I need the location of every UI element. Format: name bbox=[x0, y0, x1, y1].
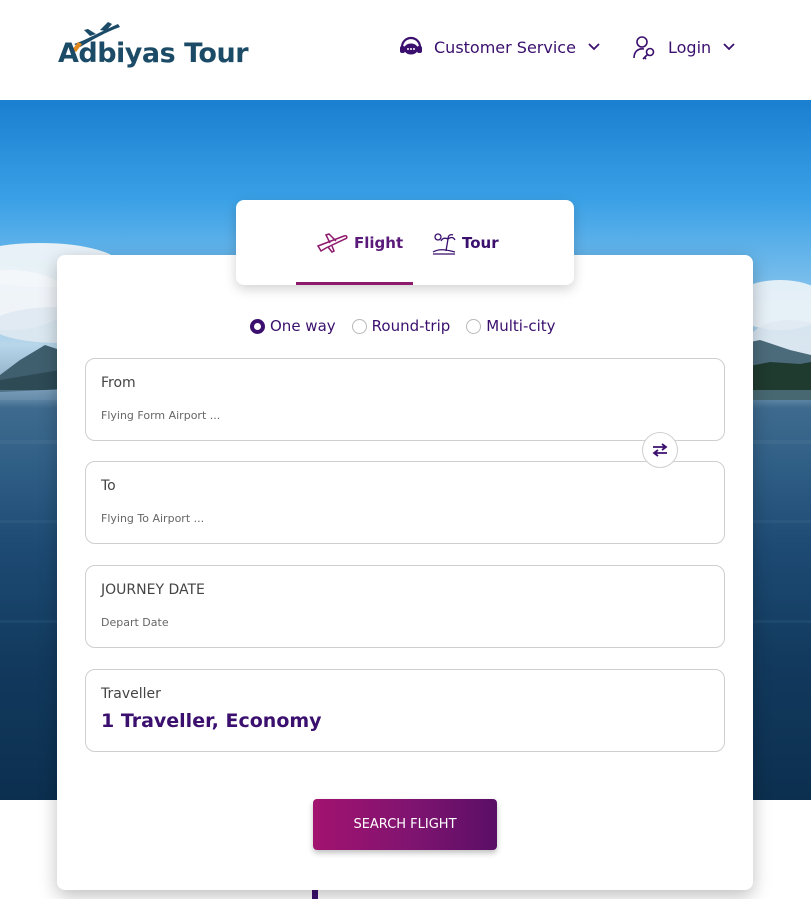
radio-multi-city-indicator[interactable] bbox=[466, 318, 482, 334]
to-airport-field[interactable]: To Flying To Airport ... bbox=[85, 461, 725, 544]
from-placeholder: Flying Form Airport ... bbox=[101, 409, 221, 422]
depart-date-placeholder: Depart Date bbox=[101, 616, 169, 629]
radio-multi-city-label: Multi-city bbox=[486, 317, 556, 335]
radio-round-trip-indicator[interactable] bbox=[351, 318, 367, 334]
radio-one-way-label: One way bbox=[270, 317, 336, 335]
plane-icon bbox=[316, 233, 348, 253]
customer-service-label: Customer Service bbox=[434, 37, 576, 57]
chevron-down-icon bbox=[723, 43, 735, 51]
swap-arrows-icon bbox=[652, 443, 668, 457]
trip-type-radio-group: One way Round-trip Multi-city bbox=[250, 317, 556, 335]
traveller-field[interactable]: Traveller 1 Traveller, Economy bbox=[85, 669, 725, 752]
beach-icon bbox=[432, 233, 456, 255]
radio-one-way[interactable]: One way bbox=[250, 317, 336, 335]
journey-date-label: JOURNEY DATE bbox=[101, 582, 205, 598]
customer-service-menu[interactable]: Customer Service bbox=[398, 32, 600, 62]
flight-search-card: One way Round-trip Multi-city From Flyin… bbox=[57, 255, 753, 890]
radio-multi-city[interactable]: Multi-city bbox=[466, 317, 556, 335]
journey-date-field[interactable]: JOURNEY DATE Depart Date bbox=[85, 565, 725, 648]
from-airport-field[interactable]: From Flying Form Airport ... bbox=[85, 358, 725, 441]
search-flight-button[interactable]: SEARCH FLIGHT bbox=[313, 799, 497, 850]
login-label: Login bbox=[668, 37, 712, 57]
tab-flight[interactable]: Flight bbox=[316, 228, 403, 258]
chevron-down-icon bbox=[588, 43, 600, 51]
tab-tour-label: Tour bbox=[462, 234, 499, 252]
to-label: To bbox=[101, 478, 116, 494]
active-tab-indicator bbox=[296, 282, 413, 285]
swap-airports-button[interactable] bbox=[642, 432, 678, 468]
radio-round-trip-label: Round-trip bbox=[371, 317, 451, 335]
headset-icon bbox=[400, 36, 422, 55]
traveller-value: 1 Traveller, Economy bbox=[101, 710, 322, 732]
from-label: From bbox=[101, 375, 136, 391]
tab-flight-label: Flight bbox=[354, 234, 404, 252]
site-header: Adbiyas Tour Customer Service Login bbox=[0, 0, 811, 100]
search-type-tabs: Flight Tour bbox=[236, 200, 574, 285]
radio-round-trip[interactable]: Round-trip bbox=[351, 317, 451, 335]
traveller-label: Traveller bbox=[101, 686, 161, 702]
user-key-icon bbox=[633, 36, 655, 60]
logo-text: Adbiyas Tour bbox=[58, 38, 249, 69]
site-logo[interactable]: Adbiyas Tour bbox=[56, 22, 266, 78]
radio-one-way-indicator[interactable] bbox=[250, 318, 265, 334]
tab-tour[interactable]: Tour bbox=[432, 228, 499, 258]
login-menu[interactable]: Login bbox=[632, 32, 735, 62]
to-placeholder: Flying To Airport ... bbox=[101, 512, 205, 525]
